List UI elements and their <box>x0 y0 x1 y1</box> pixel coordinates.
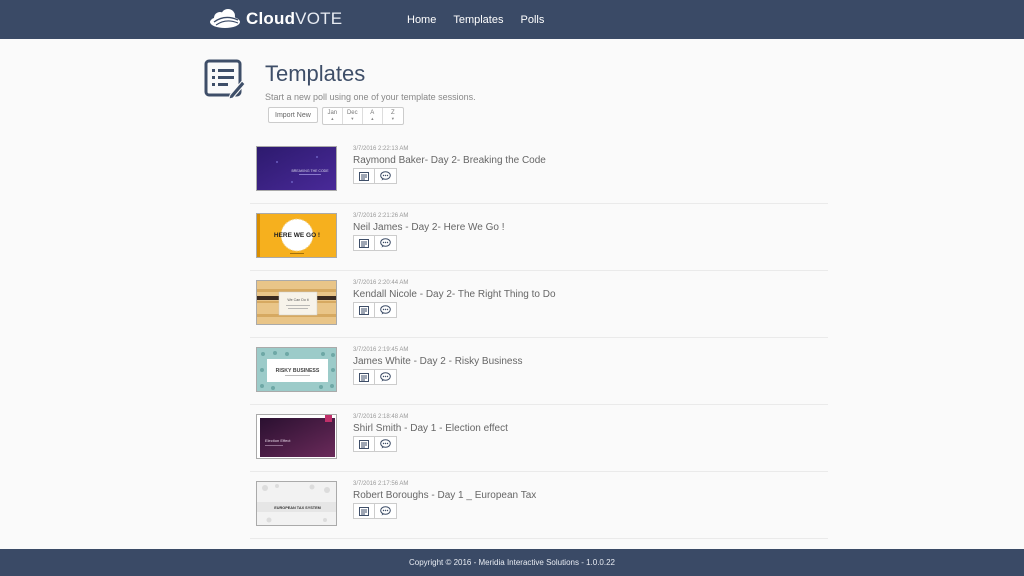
copyright-text: Copyright © 2016 - Meridia Interactive S… <box>409 558 615 567</box>
svg-text:Election Effect: Election Effect <box>265 438 291 443</box>
page-subtitle: Start a new poll using one of your templ… <box>265 92 476 102</box>
view-questions-button[interactable] <box>353 302 375 318</box>
view-questions-button[interactable] <box>353 436 375 452</box>
template-title[interactable]: Shirl Smith - Day 1 - Election effect <box>353 423 508 434</box>
template-thumbnail[interactable]: Election Effect <box>256 414 337 459</box>
list-icon <box>359 439 369 449</box>
sort-up-arrow-icon: ▲ <box>330 116 335 121</box>
sort-down-arrow-icon: ▼ <box>350 116 355 121</box>
template-date: 3/7/2016 2:19:45 AM <box>353 347 409 353</box>
template-date: 3/7/2016 2:21:26 AM <box>353 213 409 219</box>
template-title[interactable]: Robert Boroughs - Day 1 _ European Tax <box>353 490 536 501</box>
list-icon <box>359 171 369 181</box>
template-item: RISKY BUSINESS 3/7/2016 2:19:45 AM James… <box>250 338 828 405</box>
template-item: We Can Do it 3/7/2016 2:20:44 AM Kendall… <box>250 271 828 338</box>
sort-name-asc-button[interactable]: A ▲ <box>363 108 383 124</box>
template-item: BREAKING THE CODE 3/7/2016 2:22:13 AM Ra… <box>250 137 828 204</box>
chat-bubble-icon <box>380 305 391 315</box>
template-title[interactable]: Raymond Baker- Day 2- Breaking the Code <box>353 155 546 166</box>
top-navbar: CloudVOTE Home Templates Polls <box>0 0 1024 39</box>
template-title[interactable]: James White - Day 2 - Risky Business <box>353 356 523 367</box>
list-icon <box>359 372 369 382</box>
template-actions <box>353 168 397 184</box>
template-thumbnail[interactable]: EUROPEAN TAX SYSTEM <box>256 481 337 526</box>
view-questions-button[interactable] <box>353 503 375 519</box>
page-footer: Copyright © 2016 - Meridia Interactive S… <box>0 549 1024 576</box>
template-date: 3/7/2016 2:17:56 AM <box>353 481 409 487</box>
svg-text:HERE WE GO !: HERE WE GO ! <box>274 232 320 239</box>
template-actions <box>353 369 397 385</box>
cloudvote-logo[interactable]: CloudVOTE <box>208 7 342 31</box>
template-title[interactable]: Neil James - Day 2- Here We Go ! <box>353 222 505 233</box>
start-poll-button[interactable] <box>375 302 397 318</box>
template-toolbar: Import New Jan ▲ Dec ▼ A ▲ Z ▼ <box>268 107 404 125</box>
start-poll-button[interactable] <box>375 436 397 452</box>
chat-bubble-icon <box>380 439 391 449</box>
sort-date-desc-button[interactable]: Dec ▼ <box>343 108 363 124</box>
svg-text:RISKY BUSINESS: RISKY BUSINESS <box>276 368 320 374</box>
cloud-logo-icon <box>210 9 240 28</box>
template-item: Election Effect 3/7/2016 2:18:48 AM Shir… <box>250 405 828 472</box>
nav-home[interactable]: Home <box>407 14 436 26</box>
slide-preview-image: BREAKING THE CODE <box>257 147 336 190</box>
template-item: HERE WE GO ! 3/7/2016 2:21:26 AM Neil Ja… <box>250 204 828 271</box>
sort-up-arrow-icon: ▲ <box>370 116 375 121</box>
svg-text:We Can Do it: We Can Do it <box>287 298 308 302</box>
svg-text:EUROPEAN TAX SYSTEM: EUROPEAN TAX SYSTEM <box>274 506 321 510</box>
slide-preview-image: Election Effect <box>257 415 336 458</box>
start-poll-button[interactable] <box>375 503 397 519</box>
logo-text: CloudVOTE <box>246 9 343 28</box>
svg-text:BREAKING THE CODE: BREAKING THE CODE <box>291 169 329 173</box>
template-date: 3/7/2016 2:18:48 AM <box>353 414 409 420</box>
sort-down-arrow-icon: ▼ <box>390 116 395 121</box>
template-thumbnail[interactable]: BREAKING THE CODE <box>256 146 337 191</box>
slide-preview-image: We Can Do it <box>257 281 336 324</box>
start-poll-button[interactable] <box>375 235 397 251</box>
template-actions <box>353 302 397 318</box>
nav-polls[interactable]: Polls <box>520 14 544 26</box>
view-questions-button[interactable] <box>353 369 375 385</box>
template-actions <box>353 235 397 251</box>
template-thumbnail[interactable]: HERE WE GO ! <box>256 213 337 258</box>
slide-preview-image: EUROPEAN TAX SYSTEM <box>257 482 336 525</box>
chat-bubble-icon <box>380 171 391 181</box>
list-icon <box>359 238 369 248</box>
view-questions-button[interactable] <box>353 235 375 251</box>
nav-templates[interactable]: Templates <box>453 14 503 26</box>
import-new-button[interactable]: Import New <box>268 107 318 123</box>
template-list-icon <box>204 59 246 99</box>
sort-date-asc-button[interactable]: Jan ▲ <box>323 108 343 124</box>
slide-preview-image: RISKY BUSINESS <box>257 348 336 391</box>
main-nav: Home Templates Polls <box>407 0 544 39</box>
template-thumbnail[interactable]: We Can Do it <box>256 280 337 325</box>
template-date: 3/7/2016 2:20:44 AM <box>353 280 409 286</box>
template-title[interactable]: Kendall Nicole - Day 2- The Right Thing … <box>353 289 556 300</box>
start-poll-button[interactable] <box>375 369 397 385</box>
page-title: Templates <box>265 61 366 86</box>
chat-bubble-icon <box>380 372 391 382</box>
template-actions <box>353 436 397 452</box>
template-actions <box>353 503 397 519</box>
view-questions-button[interactable] <box>353 168 375 184</box>
list-icon <box>359 305 369 315</box>
slide-preview-image: HERE WE GO ! <box>257 214 336 257</box>
chat-bubble-icon <box>380 506 391 516</box>
sort-button-group: Jan ▲ Dec ▼ A ▲ Z ▼ <box>321 107 404 125</box>
template-date: 3/7/2016 2:22:13 AM <box>353 146 409 152</box>
start-poll-button[interactable] <box>375 168 397 184</box>
template-item: EUROPEAN TAX SYSTEM 3/7/2016 2:17:56 AM … <box>250 472 828 539</box>
list-icon <box>359 506 369 516</box>
template-thumbnail[interactable]: RISKY BUSINESS <box>256 347 337 392</box>
chat-bubble-icon <box>380 238 391 248</box>
sort-name-desc-button[interactable]: Z ▼ <box>383 108 403 124</box>
template-list: BREAKING THE CODE 3/7/2016 2:22:13 AM Ra… <box>250 137 828 539</box>
